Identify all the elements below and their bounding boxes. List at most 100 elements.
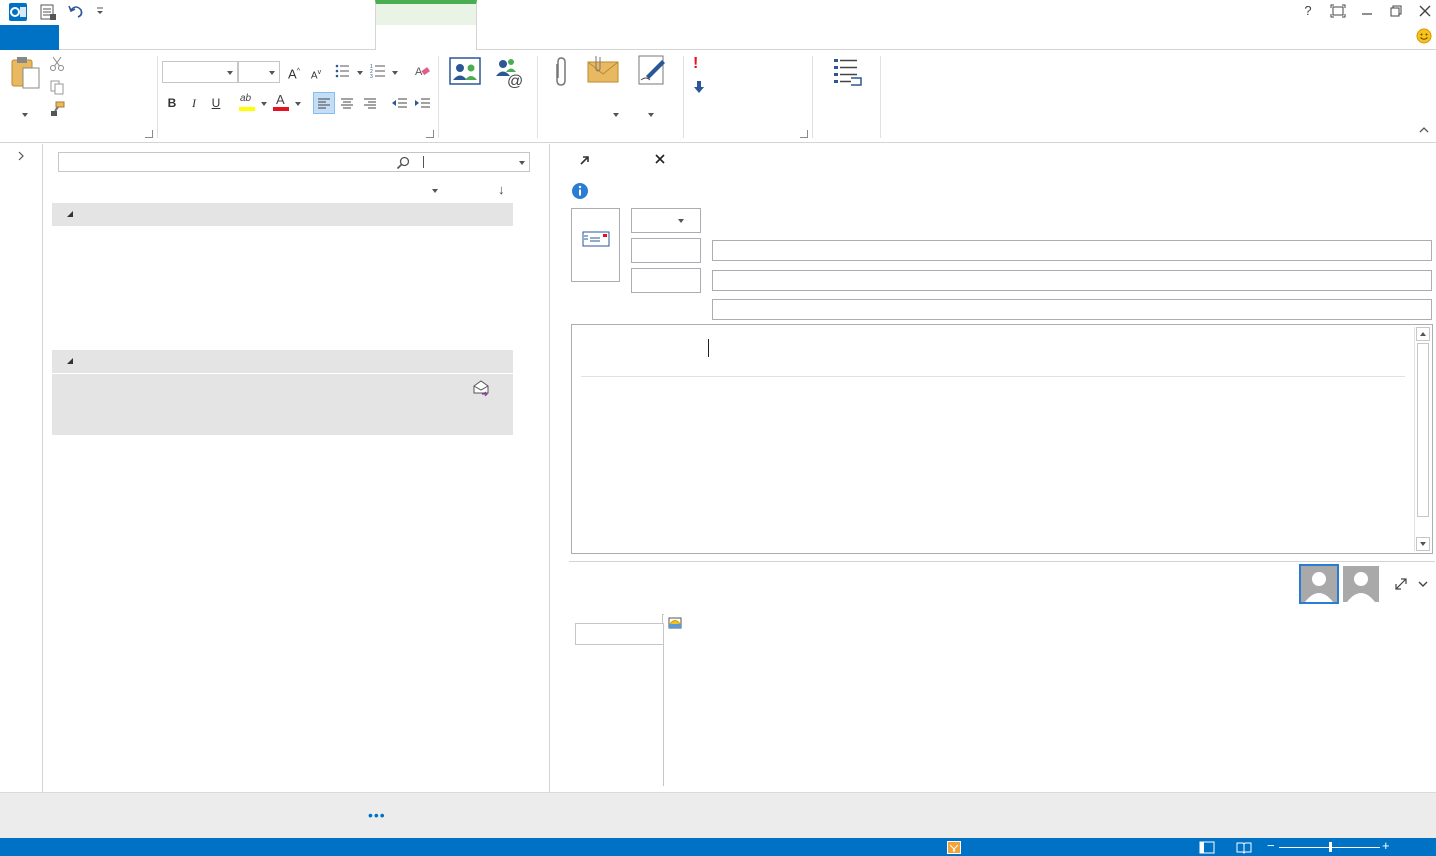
cc-field[interactable] — [712, 270, 1432, 291]
from-button[interactable] — [631, 208, 701, 233]
bullets-dropdown-icon[interactable] — [357, 71, 363, 75]
scroll-down-button[interactable] — [1416, 537, 1430, 551]
view-templates-icon[interactable] — [831, 56, 863, 88]
smiley-feedback-icon[interactable] — [1416, 28, 1432, 44]
message-body-editor[interactable] — [571, 324, 1433, 554]
search-input[interactable] — [61, 154, 391, 170]
cc-button[interactable] — [631, 268, 701, 293]
to-field[interactable] — [712, 240, 1432, 261]
pop-out-icon[interactable] — [579, 154, 591, 166]
bullets-icon[interactable] — [335, 64, 355, 78]
font-name-combo[interactable] — [162, 61, 238, 83]
minimize-icon[interactable] — [1360, 4, 1374, 18]
high-importance-button[interactable]: ! — [693, 55, 698, 73]
more-navigation-button[interactable]: ••• — [368, 807, 386, 823]
outlook-logo-icon[interactable] — [8, 2, 28, 22]
font-color-dropdown-icon[interactable] — [295, 102, 301, 106]
copy-icon[interactable] — [49, 79, 65, 95]
attach-file-icon[interactable] — [549, 56, 571, 88]
calendar-reminder-icon[interactable] — [668, 615, 682, 629]
search-box — [58, 152, 530, 172]
signature-dropdown-icon[interactable] — [648, 113, 654, 117]
tags-launcher-icon[interactable] — [800, 130, 808, 138]
underline-button[interactable]: U — [206, 93, 226, 113]
reminder-icon[interactable] — [947, 841, 961, 854]
paste-button[interactable] — [10, 56, 42, 90]
info-icon — [571, 182, 589, 200]
shrink-font-button[interactable]: Av — [306, 63, 326, 83]
highlight-button[interactable]: ab — [239, 93, 259, 112]
panel-edge — [663, 645, 664, 786]
scroll-up-button[interactable] — [1416, 327, 1430, 341]
send-receive-icon[interactable] — [38, 2, 58, 22]
to-button[interactable] — [631, 238, 701, 263]
body-scrollbar[interactable] — [1414, 327, 1430, 551]
sort-direction-icon[interactable]: ↓ — [498, 182, 505, 197]
clear-formatting-icon[interactable]: A — [414, 63, 430, 79]
tab-file[interactable] — [0, 25, 59, 50]
avatar[interactable] — [1299, 564, 1339, 604]
arrangement-dropdown-icon[interactable] — [432, 189, 438, 193]
highlight-dropdown-icon[interactable] — [261, 102, 267, 106]
numbering-icon[interactable]: 123 — [370, 64, 390, 78]
avatar[interactable] — [1343, 566, 1379, 602]
expand-icon[interactable] — [1395, 578, 1407, 590]
align-center-icon[interactable] — [337, 93, 357, 113]
grow-font-button[interactable]: A^ — [284, 62, 304, 82]
underline-label: U — [211, 96, 221, 110]
send-button[interactable] — [571, 208, 620, 282]
italic-button[interactable]: I — [184, 93, 204, 113]
attach-item-icon[interactable] — [586, 54, 620, 84]
shrink-font-label: A — [310, 70, 318, 82]
font-size-combo[interactable] — [238, 61, 280, 83]
basic-text-launcher-icon[interactable] — [426, 130, 434, 138]
clipboard-launcher-icon[interactable] — [145, 130, 153, 138]
customize-qat-icon[interactable] — [95, 6, 105, 16]
address-book-icon[interactable] — [448, 56, 482, 86]
restore-icon[interactable] — [1389, 4, 1403, 18]
svg-text:@: @ — [507, 73, 523, 88]
social-tab[interactable] — [575, 623, 664, 645]
expand-folder-pane-icon[interactable] — [17, 151, 25, 161]
collapse-ribbon-icon[interactable] — [1419, 126, 1429, 134]
group-header[interactable] — [52, 203, 513, 226]
discard-icon[interactable] — [654, 153, 666, 165]
align-left-button[interactable] — [313, 92, 335, 114]
ribbon: A^ Av 123 A B I U ab A @ ! — [0, 50, 1436, 143]
folder-pane-collapsed — [0, 144, 43, 792]
ribbon-display-icon[interactable] — [1330, 4, 1346, 18]
help-icon[interactable]: ? — [1300, 3, 1316, 19]
signature-icon[interactable] — [636, 54, 670, 86]
bold-button[interactable]: B — [162, 93, 182, 113]
search-scope-dropdown[interactable] — [425, 153, 529, 171]
subject-field[interactable] — [712, 299, 1432, 320]
normal-view-icon[interactable] — [1199, 841, 1215, 854]
zoom-in-button[interactable]: + — [1382, 838, 1390, 853]
close-icon[interactable] — [1418, 4, 1432, 18]
paste-dropdown-icon[interactable] — [22, 113, 28, 117]
zoom-out-button[interactable]: − — [1267, 838, 1275, 853]
numbering-dropdown-icon[interactable] — [392, 71, 398, 75]
attach-item-dropdown-icon[interactable] — [613, 113, 619, 117]
decrease-indent-icon[interactable] — [390, 93, 410, 113]
increase-indent-icon[interactable] — [413, 93, 433, 113]
search-divider — [423, 156, 424, 168]
check-names-icon[interactable]: @ — [493, 56, 527, 88]
search-icon[interactable] — [396, 156, 410, 170]
cut-icon[interactable] — [49, 56, 65, 72]
group-separator — [157, 56, 158, 138]
zoom-slider-thumb[interactable] — [1329, 842, 1332, 852]
group-separator — [438, 56, 439, 138]
group-header[interactable] — [52, 350, 513, 373]
low-importance-icon[interactable] — [692, 79, 706, 95]
list-item[interactable] — [52, 374, 513, 435]
format-painter-icon[interactable] — [49, 101, 65, 117]
tab-contextual[interactable] — [375, 25, 477, 51]
font-color-button[interactable]: A — [273, 92, 291, 112]
scroll-thumb[interactable] — [1417, 343, 1429, 517]
reading-view-icon[interactable] — [1236, 841, 1252, 854]
chevron-down-icon[interactable] — [1418, 580, 1428, 588]
undo-icon[interactable] — [66, 2, 86, 22]
collapse-triangle-icon — [67, 358, 73, 364]
align-right-icon[interactable] — [360, 93, 380, 113]
